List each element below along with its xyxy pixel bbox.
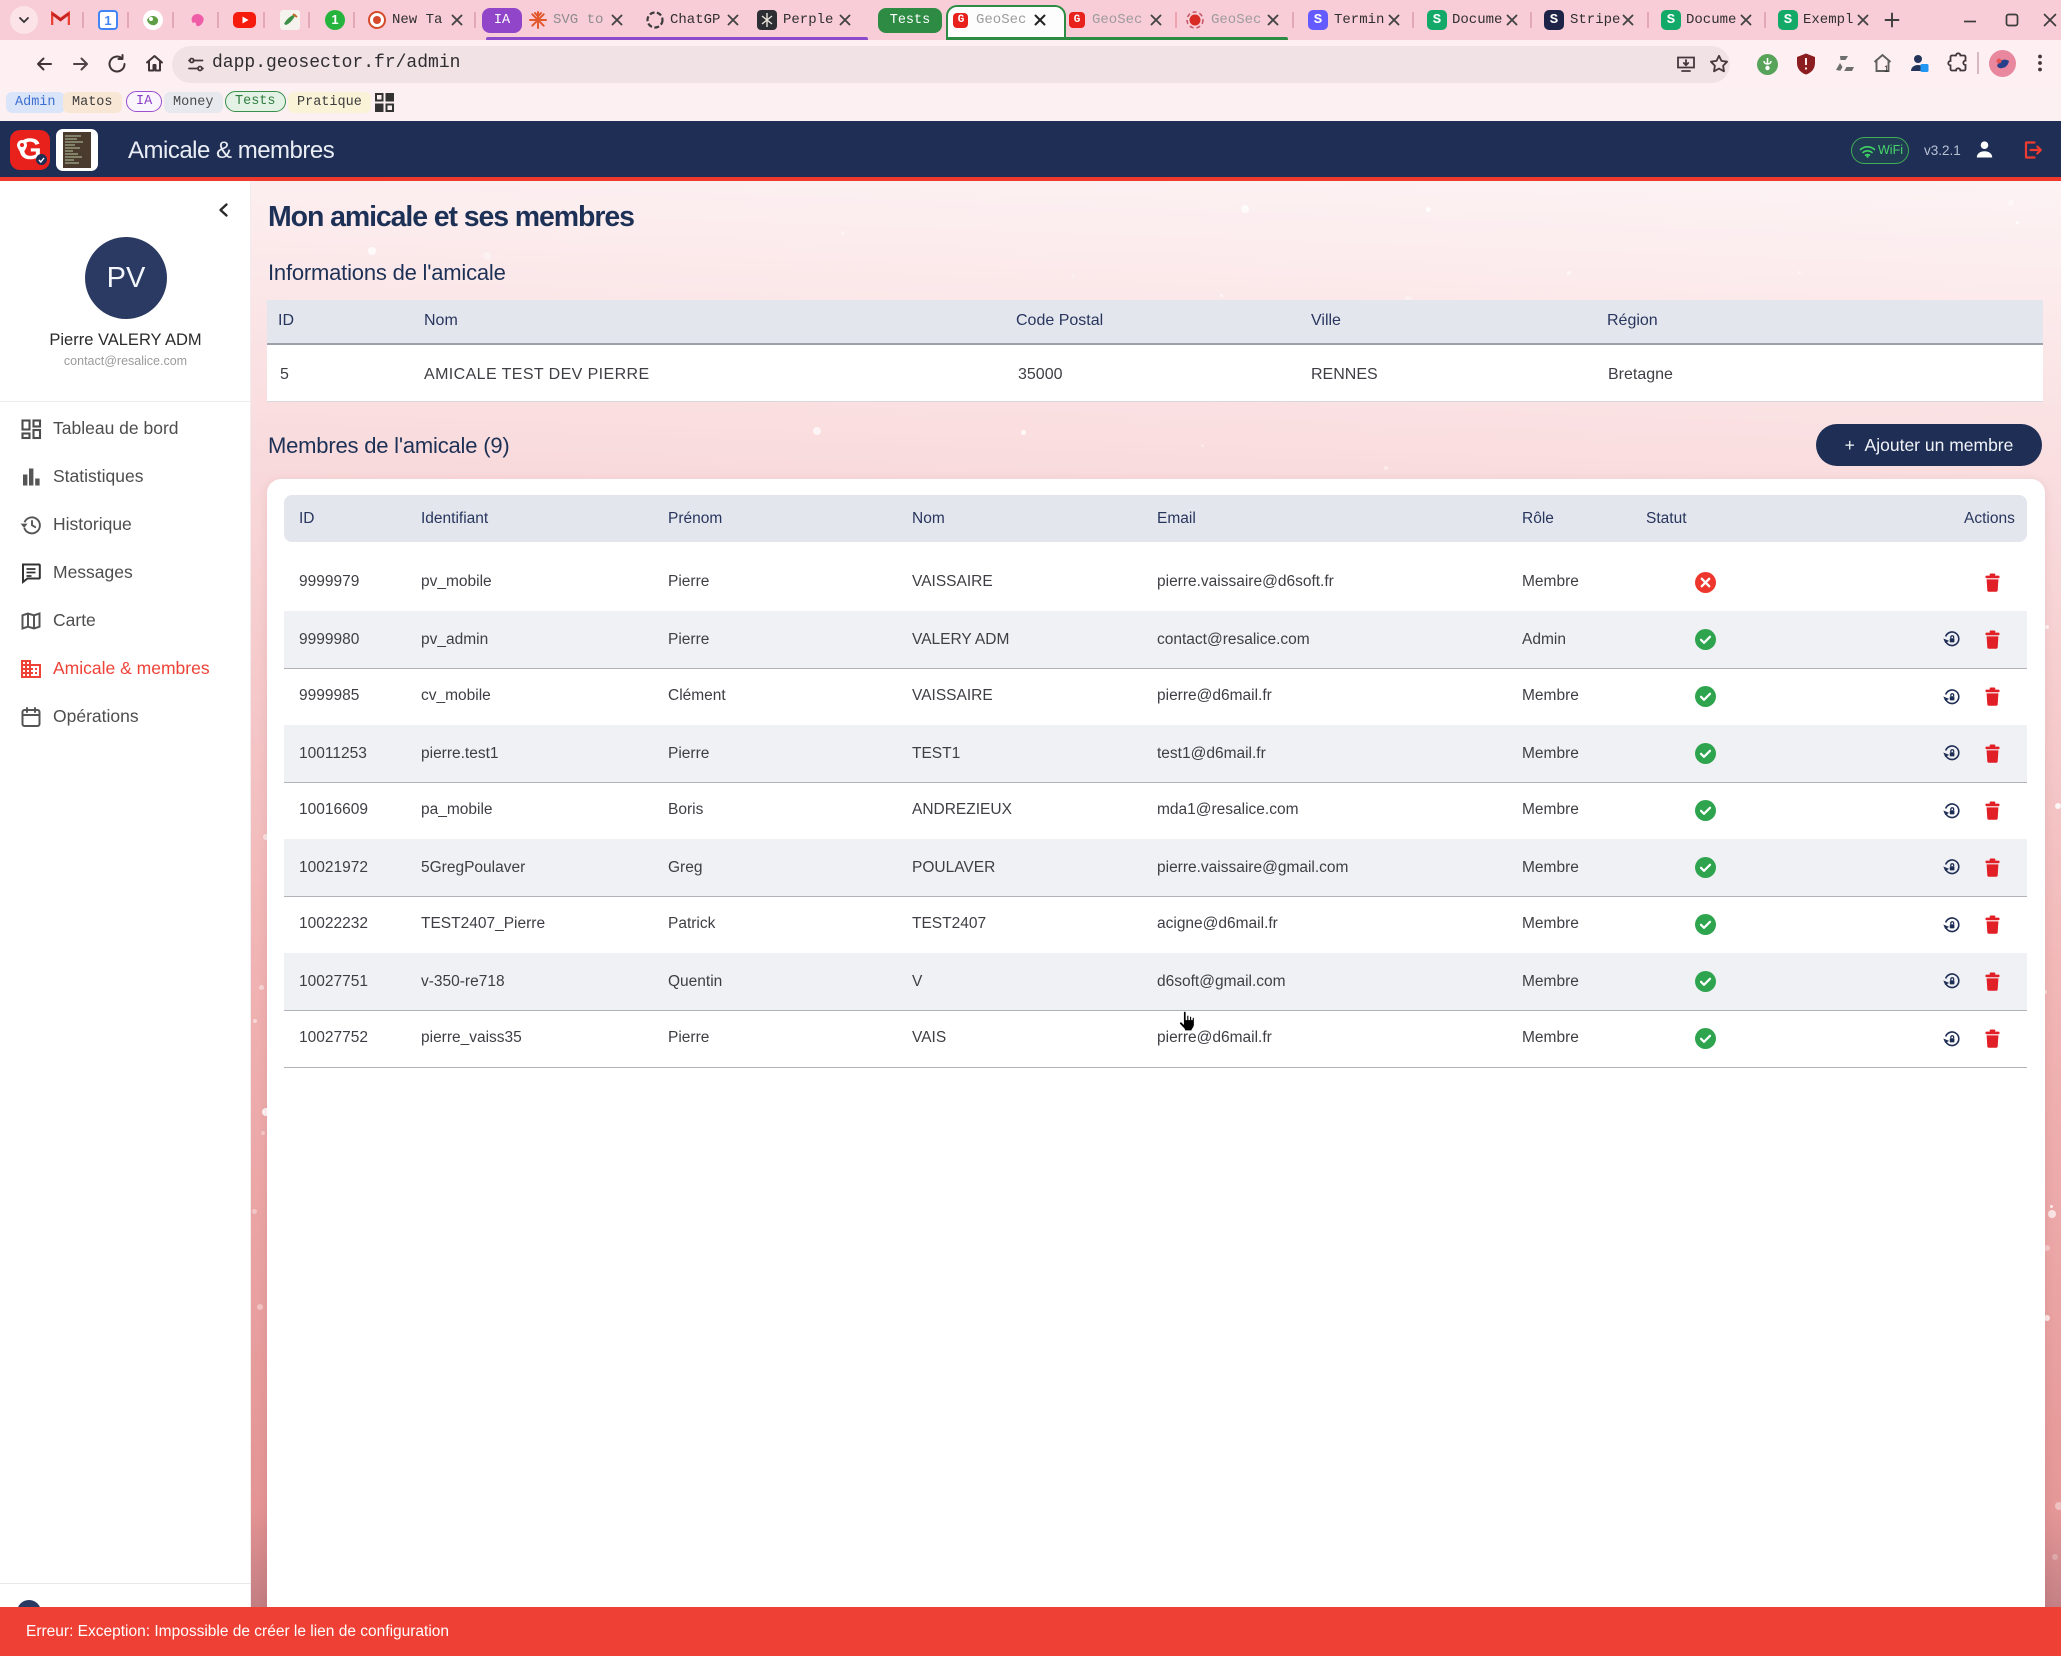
svg-text:1: 1 [1884,64,1889,74]
